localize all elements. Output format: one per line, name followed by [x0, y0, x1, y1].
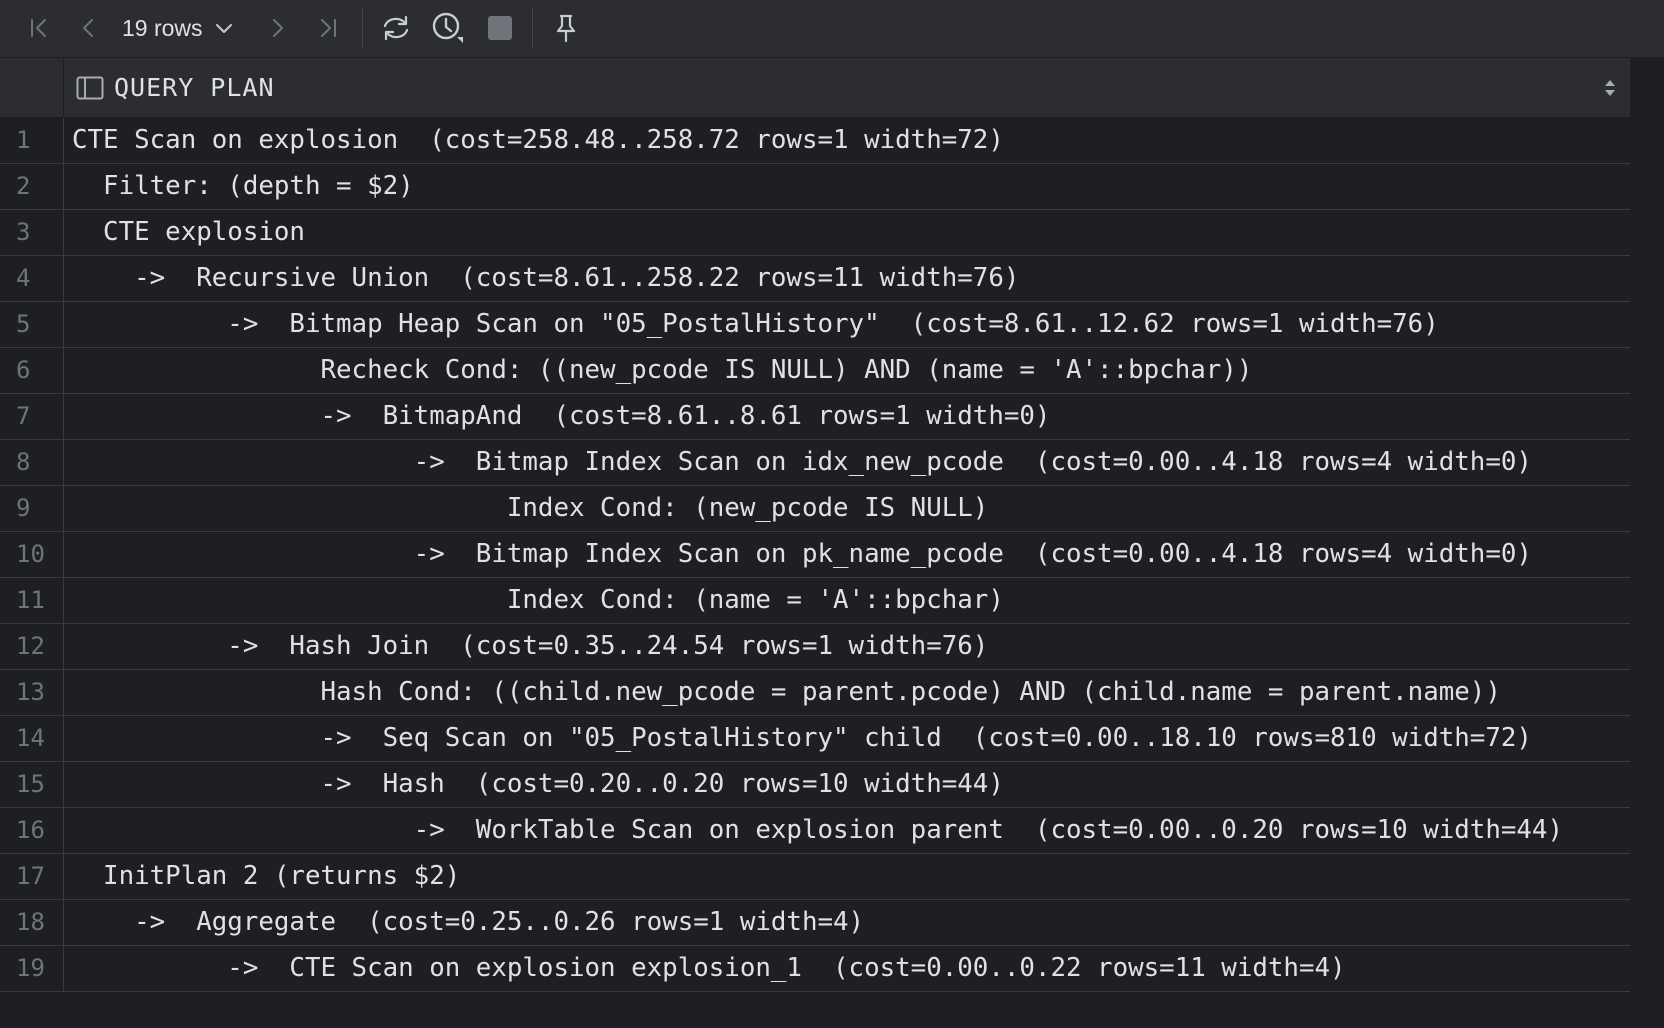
result-grid: QUERY PLAN 1 CTE Scan on explosion (cost=…: [0, 58, 1664, 1028]
grid-rows: 1 CTE Scan on explosion (cost=258.48..258…: [0, 118, 1630, 992]
table-row[interactable]: 3 CTE explosion: [0, 210, 1630, 256]
table-row[interactable]: 9 Index Cond: (new_pcode IS NULL): [0, 486, 1630, 532]
toolbar-separator: [362, 8, 363, 48]
query-plan-cell[interactable]: InitPlan 2 (returns $2): [64, 854, 1630, 899]
row-number[interactable]: 15: [0, 762, 64, 807]
rows-count-dropdown[interactable]: 19 rows: [122, 9, 233, 47]
column-title: QUERY PLAN: [114, 73, 275, 102]
grid-header: QUERY PLAN: [0, 58, 1630, 118]
row-number[interactable]: 11: [0, 578, 64, 623]
reload-icon[interactable]: [378, 9, 414, 47]
query-plan-cell[interactable]: CTE explosion: [64, 210, 1630, 255]
row-number[interactable]: 13: [0, 670, 64, 715]
pin-icon[interactable]: [550, 9, 582, 47]
row-number[interactable]: 16: [0, 808, 64, 853]
row-number[interactable]: 8: [0, 440, 64, 485]
table-row[interactable]: 19 -> CTE Scan on explosion explosion_1 …: [0, 946, 1630, 992]
query-plan-cell[interactable]: -> BitmapAnd (cost=8.61..8.61 rows=1 wid…: [64, 394, 1630, 439]
result-toolbar: 19 rows: [0, 0, 1664, 58]
row-number[interactable]: 7: [0, 394, 64, 439]
table-row[interactable]: 11 Index Cond: (name = 'A'::bpchar): [0, 578, 1630, 624]
query-plan-cell[interactable]: CTE Scan on explosion (cost=258.48..258.…: [64, 118, 1630, 163]
table-row[interactable]: 12 -> Hash Join (cost=0.35..24.54 rows=1…: [0, 624, 1630, 670]
last-page-icon[interactable]: [313, 9, 343, 47]
query-plan-cell[interactable]: -> WorkTable Scan on explosion parent (c…: [64, 808, 1630, 853]
table-row[interactable]: 15 -> Hash (cost=0.20..0.20 rows=10 widt…: [0, 762, 1630, 808]
history-icon[interactable]: [430, 9, 466, 47]
table-row[interactable]: 5 -> Bitmap Heap Scan on "05_PostalHisto…: [0, 302, 1630, 348]
query-plan-cell[interactable]: Filter: (depth = $2): [64, 164, 1630, 209]
query-plan-cell[interactable]: -> Hash Join (cost=0.35..24.54 rows=1 wi…: [64, 624, 1630, 669]
table-row[interactable]: 8 -> Bitmap Index Scan on idx_new_pcode …: [0, 440, 1630, 486]
column-type-icon: [76, 76, 104, 100]
query-plan-cell[interactable]: -> Seq Scan on "05_PostalHistory" child …: [64, 716, 1630, 761]
row-number[interactable]: 2: [0, 164, 64, 209]
chevron-down-icon: [215, 22, 233, 34]
first-page-icon[interactable]: [24, 9, 54, 47]
query-plan-cell[interactable]: Index Cond: (name = 'A'::bpchar): [64, 578, 1630, 623]
select-all-corner[interactable]: [0, 58, 64, 117]
table-row[interactable]: 4 -> Recursive Union (cost=8.61..258.22 …: [0, 256, 1630, 302]
column-header-query-plan[interactable]: QUERY PLAN: [64, 58, 1630, 117]
row-number[interactable]: 4: [0, 256, 64, 301]
table-row[interactable]: 2 Filter: (depth = $2): [0, 164, 1630, 210]
query-plan-cell[interactable]: -> Bitmap Index Scan on pk_name_pcode (c…: [64, 532, 1630, 577]
query-plan-cell[interactable]: -> CTE Scan on explosion explosion_1 (co…: [64, 946, 1630, 991]
row-number[interactable]: 5: [0, 302, 64, 347]
table-row[interactable]: 10 -> Bitmap Index Scan on pk_name_pcode…: [0, 532, 1630, 578]
table-row[interactable]: 13 Hash Cond: ((child.new_pcode = parent…: [0, 670, 1630, 716]
row-number[interactable]: 19: [0, 946, 64, 991]
query-plan-cell[interactable]: -> Aggregate (cost=0.25..0.26 rows=1 wid…: [64, 900, 1630, 945]
query-plan-cell[interactable]: Hash Cond: ((child.new_pcode = parent.pc…: [64, 670, 1630, 715]
query-plan-cell[interactable]: -> Bitmap Index Scan on idx_new_pcode (c…: [64, 440, 1630, 485]
next-page-icon[interactable]: [262, 9, 292, 47]
table-row[interactable]: 7 -> BitmapAnd (cost=8.61..8.61 rows=1 w…: [0, 394, 1630, 440]
table-row[interactable]: 17 InitPlan 2 (returns $2): [0, 854, 1630, 900]
table-row[interactable]: 18 -> Aggregate (cost=0.25..0.26 rows=1 …: [0, 900, 1630, 946]
prev-page-icon[interactable]: [74, 9, 104, 47]
row-number[interactable]: 3: [0, 210, 64, 255]
row-number[interactable]: 14: [0, 716, 64, 761]
table-row[interactable]: 14 -> Seq Scan on "05_PostalHistory" chi…: [0, 716, 1630, 762]
query-plan-cell[interactable]: -> Recursive Union (cost=8.61..258.22 ro…: [64, 256, 1630, 301]
query-plan-cell[interactable]: -> Bitmap Heap Scan on "05_PostalHistory…: [64, 302, 1630, 347]
toolbar-separator: [532, 8, 533, 48]
table-row[interactable]: 1 CTE Scan on explosion (cost=258.48..258…: [0, 118, 1630, 164]
row-number[interactable]: 6: [0, 348, 64, 393]
table-row[interactable]: 6 Recheck Cond: ((new_pcode IS NULL) AND…: [0, 348, 1630, 394]
query-plan-cell[interactable]: -> Hash (cost=0.20..0.20 rows=10 width=4…: [64, 762, 1630, 807]
row-number[interactable]: 1: [0, 118, 64, 163]
sort-icon[interactable]: [1604, 78, 1616, 102]
row-number[interactable]: 9: [0, 486, 64, 531]
query-plan-cell[interactable]: Index Cond: (new_pcode IS NULL): [64, 486, 1630, 531]
row-number[interactable]: 18: [0, 900, 64, 945]
table-row[interactable]: 16 -> WorkTable Scan on explosion parent…: [0, 808, 1630, 854]
row-number[interactable]: 10: [0, 532, 64, 577]
row-number[interactable]: 17: [0, 854, 64, 899]
query-plan-cell[interactable]: Recheck Cond: ((new_pcode IS NULL) AND (…: [64, 348, 1630, 393]
stop-icon[interactable]: [484, 9, 516, 47]
row-number[interactable]: 12: [0, 624, 64, 669]
rows-count-label: 19 rows: [122, 14, 203, 41]
vertical-scrollbar[interactable]: [1630, 58, 1664, 1028]
